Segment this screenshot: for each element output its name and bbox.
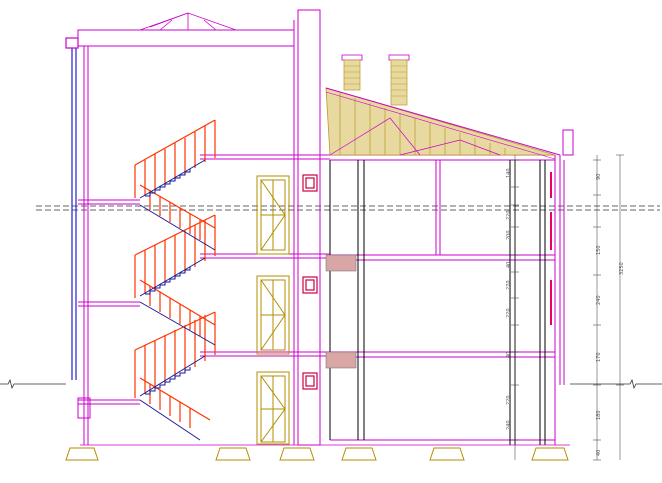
- dim-label: 40: [506, 262, 512, 268]
- dim-label: 180: [596, 410, 602, 420]
- right-block-walls: [329, 160, 546, 445]
- doors: [256, 175, 290, 445]
- dim-label: 150: [596, 245, 602, 255]
- staircase-flights: [134, 119, 216, 441]
- dim-label: 240: [596, 295, 602, 305]
- left-downpipe: [65, 37, 79, 380]
- dim-label: 90: [596, 174, 602, 180]
- dim-label: 200: [506, 230, 512, 240]
- sloped-roof: [325, 87, 561, 160]
- dimension-labels-left: 140 220 200 40 270 220 40 220 240: [506, 168, 512, 430]
- dim-label: 170: [596, 352, 602, 362]
- chimney-right: [388, 54, 410, 106]
- dim-label: 40: [506, 352, 512, 358]
- chimney-left: [341, 54, 363, 91]
- footings: [65, 447, 569, 461]
- dim-label: 40: [596, 450, 602, 456]
- dimension-lines: [511, 154, 624, 461]
- dim-label: 220: [506, 308, 512, 318]
- dim-label: 270: [506, 280, 512, 290]
- section-cut-line: [36, 205, 660, 211]
- dimension-labels-outer: 3250: [619, 262, 625, 275]
- door-upper: [256, 175, 290, 255]
- top-roof-truss: [139, 12, 237, 31]
- dim-label: 3250: [619, 262, 625, 275]
- building-structure: [77, 9, 574, 446]
- building-section-drawing: 140 220 200 40 270 220 40 220 240 90 150…: [0, 9, 662, 461]
- dim-label: 220: [506, 395, 512, 405]
- door-middle: [256, 275, 290, 355]
- dim-label: 220: [506, 210, 512, 220]
- dim-label: 240: [506, 420, 512, 430]
- dim-label: 140: [506, 168, 512, 178]
- tower-windows: [302, 174, 318, 390]
- ground-line: [0, 378, 662, 390]
- door-lower: [256, 371, 290, 445]
